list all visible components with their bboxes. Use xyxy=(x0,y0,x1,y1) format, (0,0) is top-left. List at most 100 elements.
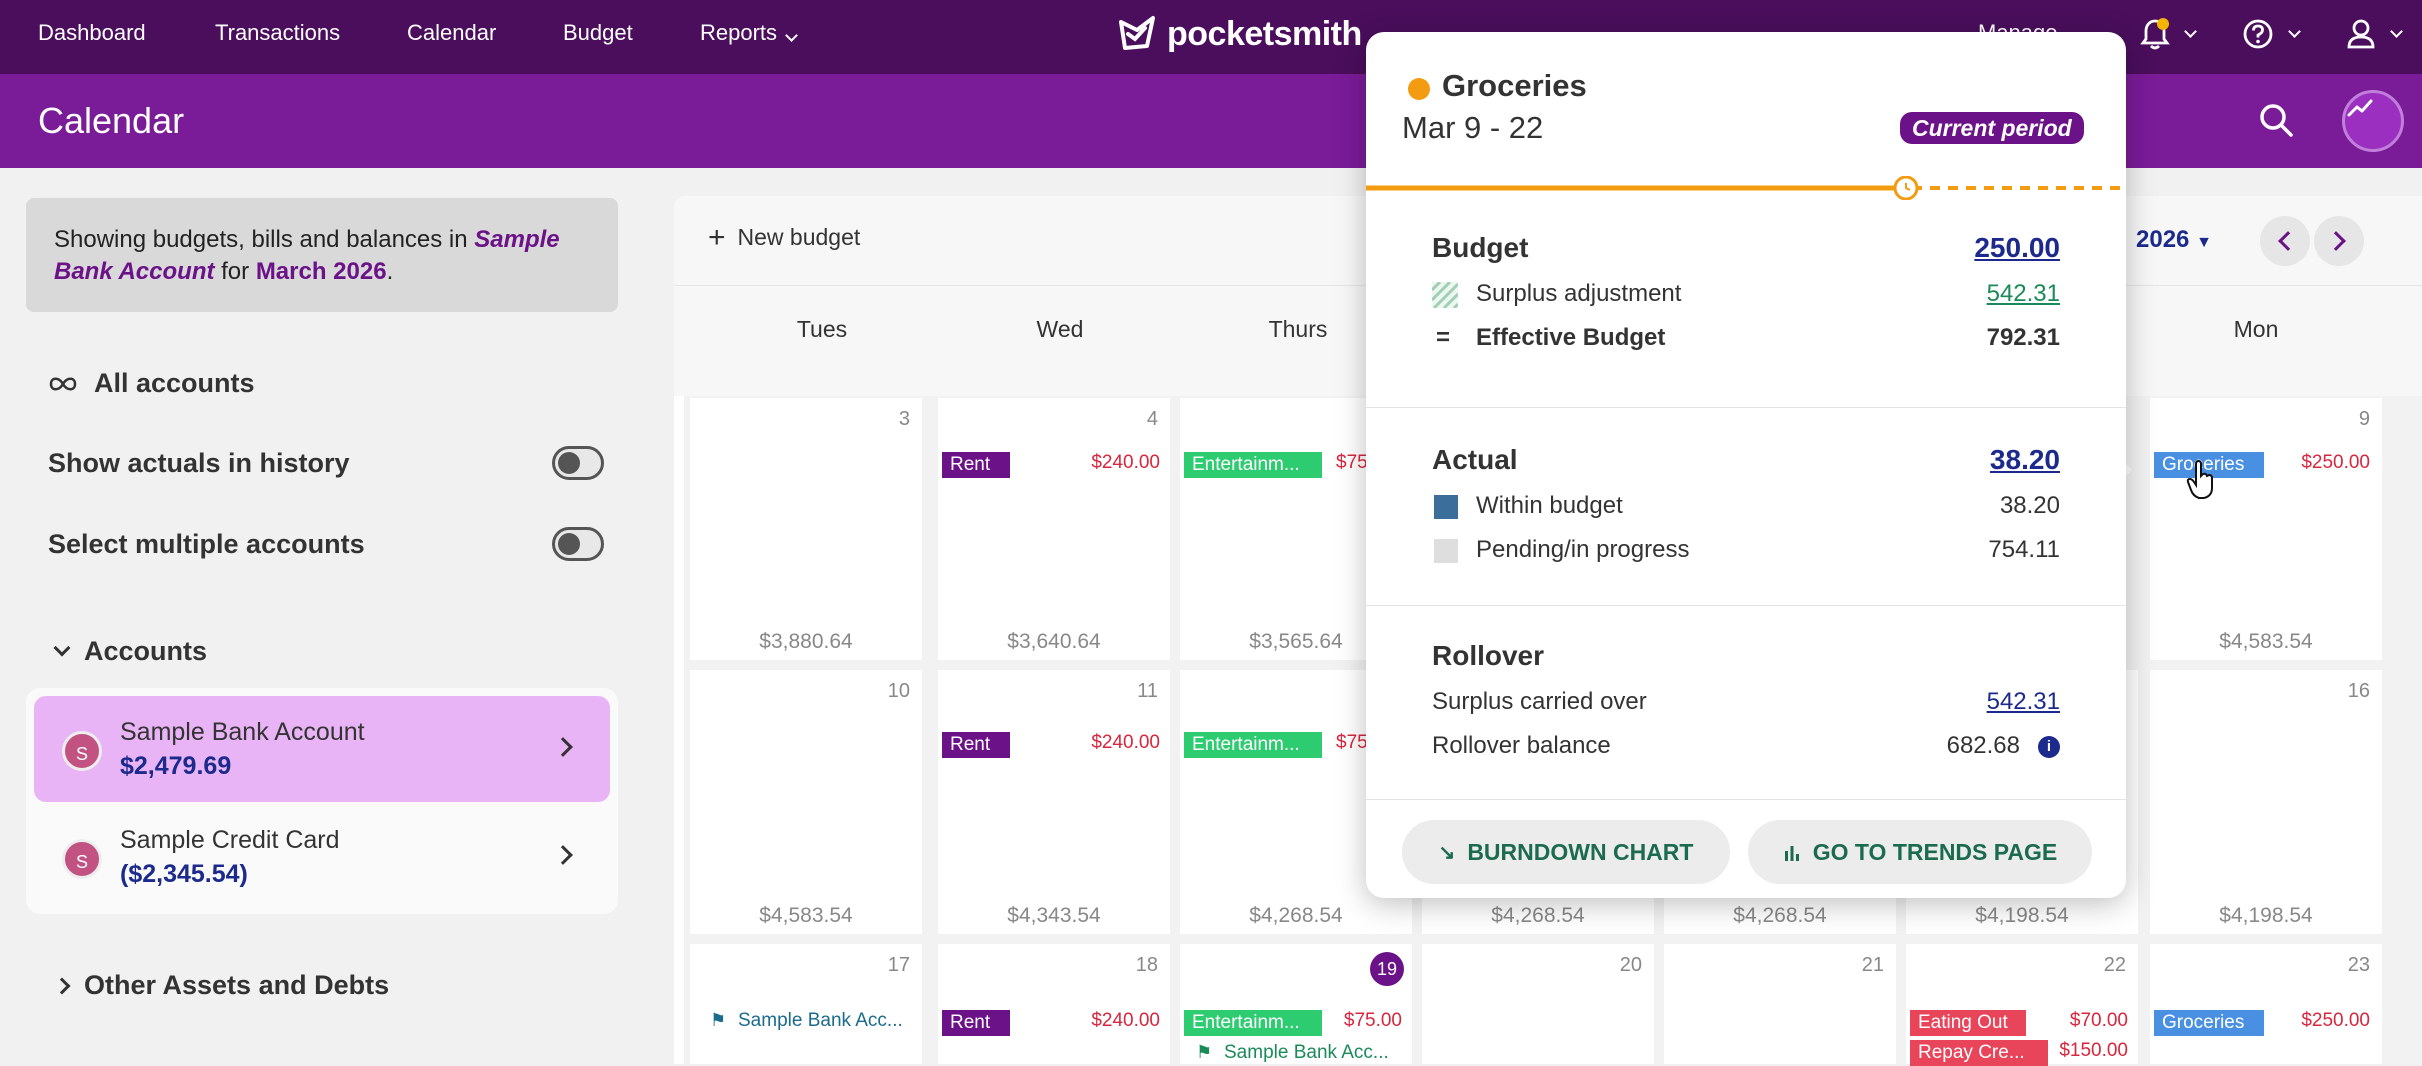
day-cell[interactable]: 4 Rent $240.00 $3,640.64 xyxy=(938,398,1170,660)
search-icon xyxy=(2260,104,2293,137)
account-item-sample-bank[interactable]: S Sample Bank Account $2,479.69 xyxy=(34,696,610,802)
user-menu-button[interactable] xyxy=(2346,14,2403,54)
weekday-wed: Wed xyxy=(1036,316,1084,342)
new-budget-label: New budget xyxy=(737,224,861,250)
transfer-link[interactable]: Sample Bank Acc... xyxy=(1224,1042,1389,1064)
budget-chip-eating-out[interactable]: Eating Out xyxy=(1910,1010,2026,1036)
budget-value-link[interactable]: 250.00 xyxy=(1974,232,2060,264)
budget-chip-rent[interactable]: Rent xyxy=(942,452,1010,478)
budget-chip-rent[interactable]: Rent xyxy=(942,732,1010,758)
nav-reports[interactable]: Reports xyxy=(700,0,798,66)
rollover-row: Rollover xyxy=(1432,640,2060,676)
day-number: 22 xyxy=(2103,954,2126,976)
logo-text: pocketsmith xyxy=(1167,14,1362,53)
within-budget-label: Within budget xyxy=(1476,492,1623,519)
nav-calendar[interactable]: Calendar xyxy=(407,0,496,66)
day-cell[interactable]: 16 $4,198.54 xyxy=(2150,670,2382,934)
day-number: 10 xyxy=(887,680,910,702)
budget-chip-rent[interactable]: Rent xyxy=(942,1010,1010,1036)
trends-toggle-button[interactable] xyxy=(2342,90,2404,152)
day-balance: $4,198.54 xyxy=(1975,904,2069,927)
day-cell[interactable]: 22 Eating Out $70.00 Repay Cre... $150.0… xyxy=(1906,944,2138,1066)
budget-amount: $75.00 xyxy=(1343,1010,1402,1031)
day-number: 17 xyxy=(887,954,910,976)
accounts-section-toggle[interactable]: Accounts xyxy=(53,636,207,667)
day-number: 23 xyxy=(2347,954,2370,976)
budget-amount: $240.00 xyxy=(1091,452,1160,473)
popover-category: Groceries xyxy=(1442,68,1587,103)
info-icon[interactable]: i xyxy=(2038,736,2060,758)
accounts-list: S Sample Bank Account $2,479.69 S Sample… xyxy=(26,688,618,914)
trends-page-label: GO TO TRENDS PAGE xyxy=(1812,838,2058,865)
day-balance: $4,198.54 xyxy=(2219,904,2313,927)
day-cell[interactable]: 18 Rent $240.00 xyxy=(938,944,1170,1064)
chevron-down-icon xyxy=(785,29,798,42)
show-actuals-toggle[interactable] xyxy=(552,446,604,480)
day-number: 20 xyxy=(1619,954,1642,976)
pending-label: Pending/in progress xyxy=(1476,536,1690,563)
app-logo[interactable]: pocketsmith xyxy=(1115,10,1362,58)
nav-dashboard[interactable]: Dashboard xyxy=(38,0,146,66)
select-multiple-toggle[interactable] xyxy=(552,527,604,561)
user-icon xyxy=(2347,19,2375,49)
account-balance: $2,479.69 xyxy=(120,752,232,780)
budget-amount: $150.00 xyxy=(2059,1040,2128,1061)
chevron-down-icon xyxy=(2390,24,2403,38)
all-accounts-link[interactable]: All accounts xyxy=(48,368,255,399)
notifications-button[interactable] xyxy=(2140,14,2197,54)
popover-period: Mar 9 - 22 xyxy=(1402,110,1544,145)
budget-label: Budget xyxy=(1432,232,1529,263)
info-suffix: . xyxy=(386,258,394,285)
new-budget-button[interactable]: + New budget xyxy=(708,222,861,252)
next-month-button[interactable] xyxy=(2314,216,2364,266)
nav-budget[interactable]: Budget xyxy=(563,0,633,66)
day-cell[interactable]: 11 Rent $240.00 $4,343.54 xyxy=(938,670,1170,934)
surplus-carried-link[interactable]: 542.31 xyxy=(1987,688,2060,716)
bar-chart-icon xyxy=(1784,846,1799,861)
actual-value-link[interactable]: 38.20 xyxy=(1990,444,2060,476)
sidebar: Showing budgets, bills and balances in S… xyxy=(0,168,640,1064)
burndown-chart-button[interactable]: ↘ BURNDOWN CHART xyxy=(1402,820,1730,884)
bell-icon xyxy=(2140,18,2170,50)
info-month: March 2026 xyxy=(255,258,387,285)
effective-budget-value: 792.31 xyxy=(1986,324,2060,351)
infinity-icon xyxy=(49,377,77,390)
budget-chip-repay-credit[interactable]: Repay Cre... xyxy=(1910,1040,2048,1066)
effective-budget-row: = Effective Budget 792.31 xyxy=(1432,324,2060,356)
burndown-chart-label: BURNDOWN CHART xyxy=(1467,838,1694,865)
surplus-adjustment-link[interactable]: 542.31 xyxy=(1987,280,2060,308)
within-budget-value: 38.20 xyxy=(1999,492,2060,519)
budget-chip-entertainment[interactable]: Entertainm... xyxy=(1184,452,1322,478)
other-assets-toggle[interactable]: Other Assets and Debts xyxy=(53,970,389,1001)
day-cell[interactable]: 10 $4,583.54 xyxy=(690,670,922,934)
budget-chip-groceries[interactable]: Groceries xyxy=(2154,1010,2264,1036)
budget-amount: $240.00 xyxy=(1091,732,1160,753)
day-cell[interactable]: 23 Groceries $250.00 xyxy=(2150,944,2382,1064)
pending-swatch-icon xyxy=(1434,539,1458,563)
month-year-select[interactable]: 2026 ▼ xyxy=(2136,226,2212,254)
budget-chip-entertainment[interactable]: Entertainm... xyxy=(1184,732,1322,758)
account-item-sample-credit-card[interactable]: S Sample Credit Card ($2,345.54) xyxy=(34,804,610,910)
rollover-balance-row: Rollover balance 682.68 i xyxy=(1432,732,2060,764)
search-button[interactable] xyxy=(2256,100,2296,145)
budget-chip-entertainment[interactable]: Entertainm... xyxy=(1184,1010,1322,1036)
today-badge: 19 xyxy=(1370,952,1404,986)
help-button[interactable] xyxy=(2242,14,2301,54)
transfer-link[interactable]: Sample Bank Acc... xyxy=(738,1010,903,1032)
day-cell[interactable]: 20 xyxy=(1422,944,1654,1064)
day-cell[interactable]: 17 ⚑ Sample Bank Acc... xyxy=(690,944,922,1064)
budget-amount: $250.00 xyxy=(2301,1010,2370,1031)
striped-swatch-icon xyxy=(1432,282,1458,308)
surplus-adjustment-label: Surplus adjustment xyxy=(1476,280,1682,307)
nav-transactions[interactable]: Transactions xyxy=(215,0,340,66)
prev-month-button[interactable] xyxy=(2260,216,2310,266)
day-cell[interactable]: 21 xyxy=(1664,944,1896,1064)
rollover-label: Rollover xyxy=(1432,640,1545,671)
day-cell[interactable]: 19 Entertainm... $75.00 ⚑ Sample Bank Ac… xyxy=(1180,944,1412,1064)
day-cell[interactable]: 3 $3,880.64 xyxy=(690,398,922,660)
trends-page-button[interactable]: GO TO TRENDS PAGE xyxy=(1748,820,2092,884)
year-label: 2026 xyxy=(2136,226,2190,253)
rollover-balance-value: 682.68 xyxy=(1946,732,2020,759)
trend-icon xyxy=(2347,99,2373,117)
day-cell[interactable]: 9 Groceries $250.00 $4,583.54 xyxy=(2150,398,2382,660)
